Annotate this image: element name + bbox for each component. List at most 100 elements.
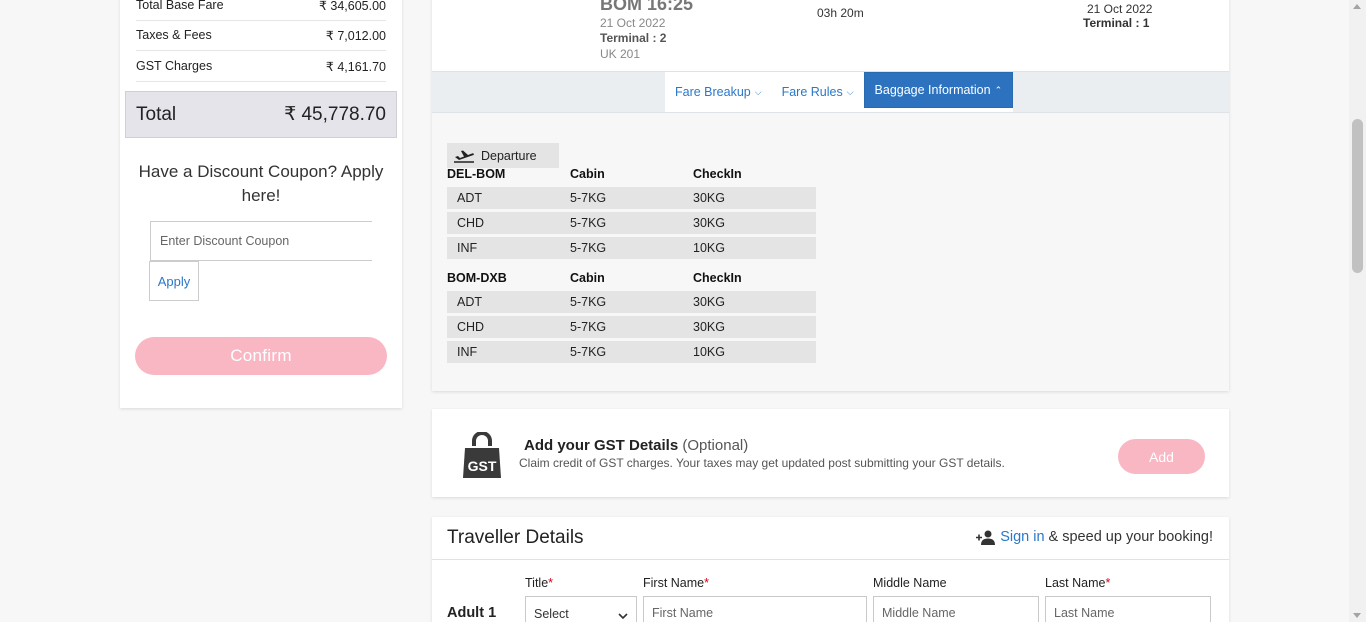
departure-terminal: Terminal : 2 bbox=[600, 31, 667, 45]
chevron-down-icon: ⌵ bbox=[846, 86, 854, 97]
pax-type: CHD bbox=[457, 216, 485, 230]
departure-time: BOM 16:25 bbox=[600, 0, 694, 14]
total-value: ₹ 45,778.70 bbox=[284, 104, 386, 125]
coupon-heading: Have a Discount Coupon? Apply here! bbox=[138, 162, 384, 205]
cabin-allowance: 5-7KG bbox=[570, 216, 607, 230]
required-mark: * bbox=[548, 576, 554, 590]
fare-row-value: ₹ 34,605.00 bbox=[318, 0, 386, 13]
baggage-sector-header: BOM-DXB Cabin CheckIn bbox=[447, 271, 817, 289]
gst-title: Add your GST Details (Optional) bbox=[524, 437, 748, 454]
required-mark: * bbox=[704, 576, 709, 590]
tab-fare-rules[interactable]: Fare Rules ⌵ bbox=[772, 72, 864, 112]
traveller-title: Traveller Details bbox=[447, 527, 584, 548]
baggage-panel: Departure DEL-BOM Cabin CheckIn ADT 5-7K… bbox=[432, 113, 1229, 391]
sector-route: BOM-DXB bbox=[447, 271, 507, 285]
table-row: INF 5-7KG 10KG bbox=[447, 341, 816, 363]
discount-coupon-input[interactable] bbox=[150, 221, 372, 261]
table-row: INF 5-7KG 10KG bbox=[447, 237, 816, 259]
cabin-header: Cabin bbox=[570, 167, 605, 181]
pax-type: ADT bbox=[457, 191, 482, 205]
total-label: Total bbox=[136, 103, 177, 125]
table-row: ADT 5-7KG 30KG bbox=[447, 291, 816, 313]
tab-baggage-information[interactable]: Baggage Information ⌃ bbox=[863, 72, 1014, 108]
gst-title-text: Add your GST Details bbox=[524, 437, 679, 454]
checkin-allowance: 30KG bbox=[693, 216, 725, 230]
fare-row-taxes: Taxes & Fees ₹ 7,012.00 bbox=[136, 20, 386, 51]
departure-date: 21 Oct 2022 bbox=[600, 16, 666, 30]
tab-label: Fare Breakup bbox=[675, 85, 751, 99]
traveller-details-card: Traveller Details Sign in & speed up you… bbox=[432, 517, 1229, 622]
flight-details-card: BOM 16:25 21 Oct 2022 Terminal : 2 UK 20… bbox=[432, 0, 1229, 391]
checkin-header: CheckIn bbox=[693, 271, 742, 285]
arrival-date: 21 Oct 2022 bbox=[1087, 2, 1153, 16]
field-label-text: First Name bbox=[643, 576, 705, 590]
gst-optional: (Optional) bbox=[682, 437, 749, 454]
signin-suffix: & speed up your booking! bbox=[1048, 529, 1213, 545]
divider bbox=[432, 559, 1229, 560]
field-label-text: Title bbox=[525, 576, 549, 590]
confirm-button[interactable]: Confirm bbox=[135, 337, 387, 375]
pax-type: CHD bbox=[457, 320, 485, 334]
table-row: CHD 5-7KG 30KG bbox=[447, 316, 816, 338]
arrival-terminal: Terminal : 1 bbox=[1083, 16, 1150, 30]
tab-label: Baggage Information bbox=[874, 83, 991, 97]
baggage-sector-header: DEL-BOM Cabin CheckIn bbox=[447, 167, 817, 185]
fare-row-label: Taxes & Fees bbox=[136, 28, 212, 42]
gst-card: GST Add your GST Details (Optional) Clai… bbox=[432, 409, 1229, 497]
title-select[interactable]: Select bbox=[525, 596, 637, 622]
cabin-allowance: 5-7KG bbox=[570, 345, 607, 359]
signin-link[interactable]: Sign in bbox=[1000, 529, 1044, 545]
apply-coupon-button[interactable]: Apply bbox=[149, 261, 199, 301]
chevron-up-icon: ⌃ bbox=[994, 84, 1003, 95]
gst-icon-text: GST bbox=[468, 458, 497, 474]
fare-row-gst: GST Charges ₹ 4,161.70 bbox=[136, 51, 386, 82]
fare-row-base: Total Base Fare ₹ 34,605.00 bbox=[136, 0, 386, 21]
flight-code: UK 201 bbox=[600, 47, 641, 61]
first-name-field-label: First Name* bbox=[643, 576, 709, 590]
sector-route: DEL-BOM bbox=[447, 167, 506, 181]
checkin-allowance: 10KG bbox=[693, 241, 725, 255]
checkin-allowance: 30KG bbox=[693, 191, 725, 205]
details-tabs-bar: Fare Breakup ⌵ Fare Rules ⌵ Baggage Info… bbox=[432, 71, 1229, 113]
fare-row-label: GST Charges bbox=[136, 59, 213, 73]
cabin-allowance: 5-7KG bbox=[570, 241, 607, 255]
chevron-down-icon bbox=[618, 613, 628, 620]
departure-label: Departure bbox=[481, 148, 537, 163]
checkin-allowance: 30KG bbox=[693, 295, 725, 309]
plane-takeoff-icon bbox=[454, 150, 474, 163]
cabin-allowance: 5-7KG bbox=[570, 320, 607, 334]
add-gst-button[interactable]: Add bbox=[1118, 439, 1205, 474]
last-name-input[interactable] bbox=[1045, 596, 1211, 622]
table-row: CHD 5-7KG 30KG bbox=[447, 212, 816, 234]
required-mark: * bbox=[1105, 576, 1111, 590]
field-label-text: Last Name bbox=[1045, 576, 1106, 590]
first-name-input[interactable] bbox=[643, 596, 867, 622]
checkin-allowance: 30KG bbox=[693, 320, 725, 334]
scroll-down-arrow-icon[interactable] bbox=[1353, 613, 1361, 618]
departure-chip: Departure bbox=[447, 143, 559, 168]
scrollbar-thumb[interactable] bbox=[1352, 119, 1363, 273]
add-user-icon bbox=[976, 530, 996, 545]
pax-type: INF bbox=[457, 345, 478, 359]
scroll-up-arrow-icon[interactable] bbox=[1353, 4, 1361, 9]
table-row: ADT 5-7KG 30KG bbox=[447, 187, 816, 209]
middle-name-input[interactable] bbox=[873, 596, 1039, 622]
last-name-field-label: Last Name* bbox=[1045, 576, 1110, 590]
fare-row-label: Total Base Fare bbox=[136, 0, 224, 12]
checkin-allowance: 10KG bbox=[693, 345, 725, 359]
tab-label: Fare Rules bbox=[781, 85, 843, 99]
title-select-value: Select bbox=[534, 607, 569, 621]
adult-label: Adult 1 bbox=[447, 605, 497, 621]
signin-prompt: Sign in & speed up your booking! bbox=[976, 529, 1213, 545]
middle-name-field-label: Middle Name bbox=[873, 576, 947, 590]
checkin-header: CheckIn bbox=[693, 167, 742, 181]
tab-fare-breakup[interactable]: Fare Breakup ⌵ bbox=[665, 72, 772, 112]
chevron-down-icon: ⌵ bbox=[754, 86, 762, 97]
flight-duration: 03h 20m bbox=[817, 6, 864, 20]
page-scrollbar[interactable] bbox=[1349, 0, 1366, 622]
title-field-label: Title* bbox=[525, 576, 553, 590]
cabin-allowance: 5-7KG bbox=[570, 191, 607, 205]
fare-row-value: ₹ 4,161.70 bbox=[325, 59, 386, 74]
cabin-header: Cabin bbox=[570, 271, 605, 285]
total-box: Total ₹ 45,778.70 bbox=[125, 91, 397, 138]
